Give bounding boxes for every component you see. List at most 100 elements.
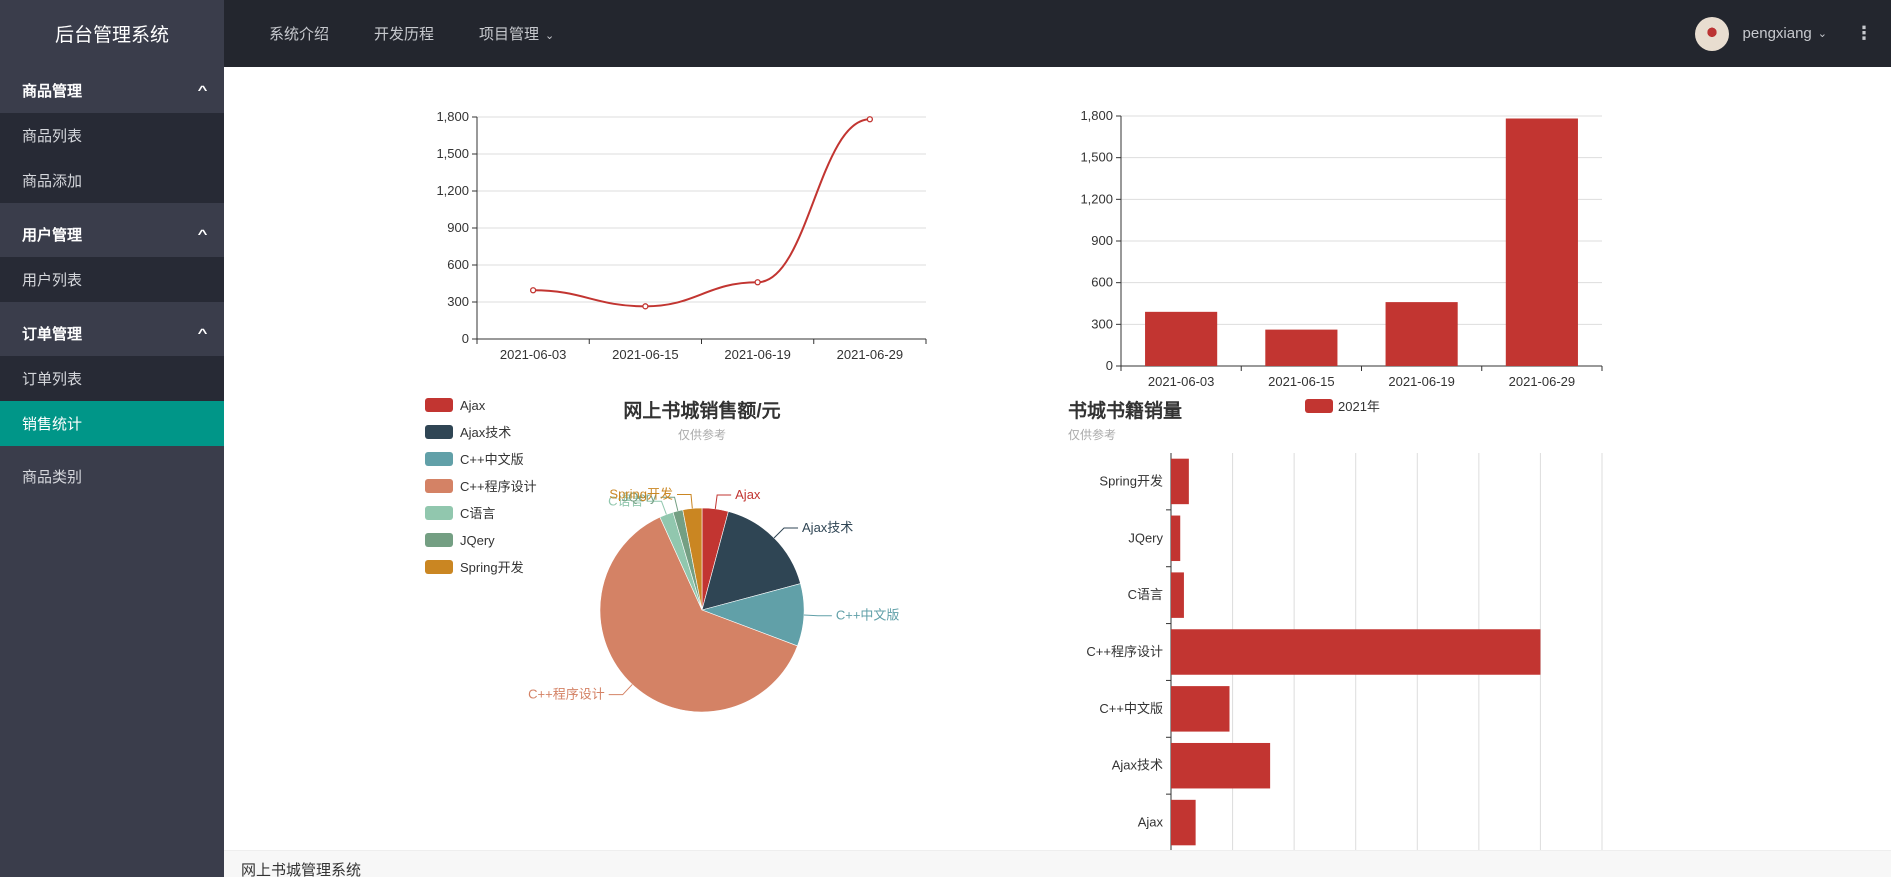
legend-label: Ajax — [460, 398, 486, 413]
legend-swatch — [425, 479, 453, 493]
sidebar: 后台管理系统 商品管理 ^ 商品列表 商品添加 用户管理 ^ 用户列表 订单管理 ^ 订单列表 销售… — [0, 0, 224, 877]
sidebar-item[interactable]: 销售统计 — [0, 401, 224, 446]
bar — [1171, 742, 1271, 789]
y-tick-label: 0 — [1106, 358, 1113, 373]
y-tick-label: 600 — [447, 257, 469, 272]
legend-label: C++中文版 — [460, 452, 524, 467]
chevron-up-icon: ^ — [197, 326, 208, 340]
legend-label: Ajax技术 — [460, 425, 511, 440]
y-tick-label: Ajax技术 — [1112, 758, 1163, 773]
sidebar-item[interactable]: 商品类别 — [0, 454, 224, 499]
chart-subtitle: 仅供参考 — [678, 427, 726, 442]
charts-canvas: 0 300 600 900 1,200 1,500 1,800 2021-06-03 2021-… — [425, 108, 1603, 856]
legend-swatch — [425, 425, 453, 439]
topnav-label: 项目管理 — [479, 26, 540, 43]
user-menu[interactable]: pengxiang ⌄ ⋮ — [1694, 0, 1891, 67]
series-line — [533, 118, 870, 308]
chart-subtitle: 仅供参考 — [1068, 427, 1116, 442]
data-point — [642, 303, 649, 310]
y-tick-label: C语言 — [1128, 587, 1163, 602]
x-tick-label: 2021-06-19 — [1388, 374, 1455, 389]
legend-label: JQery — [460, 533, 495, 548]
pie-label-line — [714, 494, 732, 509]
sidebar-submenu: 商品列表 商品添加 — [0, 113, 224, 203]
y-tick-label: 1,500 — [436, 146, 469, 161]
topnav-item[interactable]: 开发历程 — [374, 23, 434, 44]
data-point — [866, 116, 874, 123]
sidebar-group-label: 用户管理 — [22, 226, 83, 244]
legend-label: Spring开发 — [460, 560, 524, 575]
y-tick-label: Spring开发 — [1099, 473, 1163, 488]
sidebar-submenu: 用户列表 — [0, 257, 224, 302]
x-tick-label: 2021-06-03 — [1148, 374, 1215, 389]
bar — [1145, 311, 1218, 366]
data-point — [529, 287, 537, 294]
chevron-down-icon: ⌄ — [1817, 28, 1827, 40]
pie-label: C++程序设计 — [528, 687, 605, 702]
top-navbar: 系统介绍 开发历程 项目管理 ⌄ pengxiang ⌄ ⋮ — [224, 0, 1891, 67]
footer: 网上书城管理系统 — [224, 850, 1891, 877]
legend-label: C++程序设计 — [460, 479, 537, 494]
sidebar-group-header[interactable]: 用户管理 ^ — [0, 211, 224, 257]
y-tick-label: 1,200 — [1080, 191, 1113, 206]
sidebar-group-label: 商品管理 — [22, 82, 83, 100]
x-tick-label: 2021-06-29 — [1509, 374, 1576, 389]
y-tick-label: 0 — [462, 331, 469, 346]
chart-title: 书城书籍销量 — [1068, 399, 1182, 422]
bar — [1171, 458, 1189, 505]
x-tick-label: 2021-06-29 — [837, 347, 904, 362]
topnav-label: 开发历程 — [374, 26, 435, 43]
y-tick-label: C++中文版 — [1099, 701, 1163, 716]
legend-swatch — [425, 506, 453, 520]
y-tick-label: Ajax — [1138, 815, 1164, 830]
x-tick-label: 2021-06-19 — [724, 347, 791, 362]
avatar[interactable] — [1694, 16, 1729, 51]
x-tick-label: 2021-06-03 — [500, 347, 567, 362]
pie-label-line — [803, 614, 832, 617]
pie-label-line — [773, 527, 799, 539]
y-tick-label: 1,500 — [1080, 150, 1113, 165]
bar — [1171, 686, 1230, 732]
pie-label: C++中文版 — [836, 608, 900, 623]
y-tick-label: 1,200 — [436, 183, 469, 198]
sidebar-group-header[interactable]: 订单管理 ^ — [0, 310, 224, 356]
bar — [1505, 118, 1578, 366]
y-tick-label: 1,800 — [1080, 108, 1113, 123]
y-tick-label: 900 — [1091, 233, 1113, 248]
x-tick-label: 2021-06-15 — [612, 347, 679, 362]
data-point — [754, 279, 761, 286]
legend-swatch — [1305, 399, 1333, 413]
topnav-item[interactable]: 项目管理 ⌄ — [479, 23, 554, 44]
legend-swatch — [425, 398, 453, 412]
y-tick-label: 300 — [447, 294, 469, 309]
bar — [1265, 329, 1338, 366]
sidebar-item[interactable]: 商品添加 — [0, 158, 224, 203]
legend-swatch — [425, 560, 453, 574]
topnav-item[interactable]: 系统介绍 — [269, 23, 329, 44]
main-content: 0 300 600 900 1,200 1,500 1,800 2021-06-03 2021-… — [224, 67, 1891, 856]
pie-label: Ajax — [735, 487, 761, 502]
bar — [1171, 572, 1184, 618]
sidebar-menu: 商品管理 ^ 商品列表 商品添加 用户管理 ^ 用户列表 订单管理 ^ 订单列表 销售统计 商品类别 — [0, 67, 224, 499]
x-tick-label: 2021-06-15 — [1268, 374, 1335, 389]
sidebar-item[interactable]: 商品列表 — [0, 113, 224, 158]
legend-label: 2021年 — [1338, 399, 1380, 414]
y-tick-label: 1,800 — [436, 109, 469, 124]
sidebar-submenu: 订单列表 销售统计 — [0, 356, 224, 446]
y-tick-label: JQery — [1128, 530, 1163, 545]
username[interactable]: pengxiang — [1743, 25, 1812, 42]
y-tick-label: 300 — [1091, 316, 1113, 331]
sidebar-group-header[interactable]: 商品管理 ^ — [0, 67, 224, 113]
vertical-dots-icon[interactable]: ⋮ — [1855, 23, 1873, 44]
legend-swatch — [425, 452, 453, 466]
topnav-label: 系统介绍 — [269, 26, 330, 43]
bar — [1171, 515, 1181, 562]
bar — [1171, 799, 1196, 846]
chevron-up-icon: ^ — [197, 227, 208, 241]
chevron-down-icon: ⌄ — [545, 30, 555, 42]
sidebar-group-label: 订单管理 — [22, 325, 83, 343]
sidebar-item[interactable]: 用户列表 — [0, 257, 224, 302]
pie-label-line — [677, 494, 693, 509]
bar — [1385, 302, 1458, 366]
sidebar-item[interactable]: 订单列表 — [0, 356, 224, 401]
